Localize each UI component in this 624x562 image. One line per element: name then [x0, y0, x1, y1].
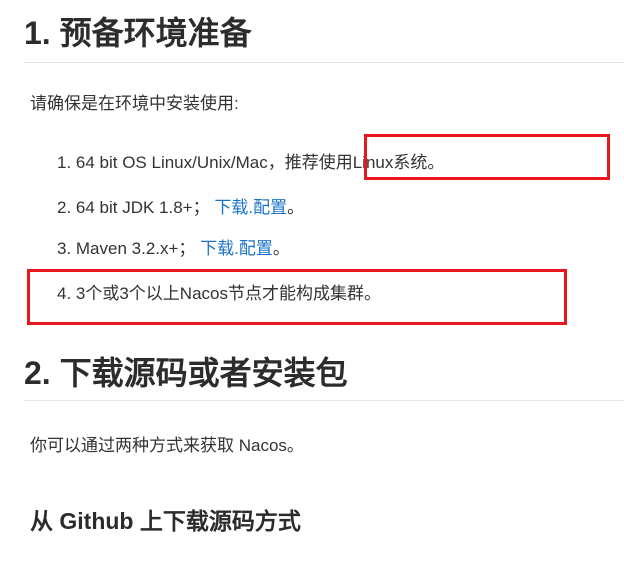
section-1-heading: 1. 预备环境准备: [24, 15, 252, 51]
list-item-1: 1. 64 bit OS Linux/Unix/Mac，推荐使用Linux系统。: [57, 151, 444, 175]
github-download-subheading: 从 Github 上下载源码方式: [30, 508, 301, 534]
list-item-2-text: 2. 64 bit JDK 1.8+；: [57, 198, 215, 217]
section-2-intro: 你可以通过两种方式来获取 Nacos。: [30, 436, 304, 455]
list-item-1-highlight: 推荐使用Linux系统。: [284, 153, 445, 172]
list-item-2: 2. 64 bit JDK 1.8+； 下载.配置。: [57, 196, 304, 220]
maven-config-link[interactable]: 配置: [239, 239, 273, 258]
section-1-intro: 请确保是在环境中安装使用:: [30, 94, 239, 113]
list-item-3-suffix: 。: [272, 239, 290, 258]
list-item-2-suffix: 。: [287, 198, 305, 217]
list-item-3: 3. Maven 3.2.x+； 下载.配置。: [57, 237, 290, 261]
jdk-download-link[interactable]: 下载: [214, 198, 248, 217]
list-item-4: 4. 3个或3个以上Nacos节点才能构成集群。: [57, 282, 381, 306]
list-item-3-text: 3. Maven 3.2.x+；: [57, 239, 201, 258]
maven-download-link[interactable]: 下载: [200, 239, 234, 258]
list-item-1-text: 1. 64 bit OS Linux/Unix/Mac，: [57, 153, 285, 172]
section-2-divider: [24, 400, 624, 401]
list-item-4-text: 4. 3个或3个以上Nacos节点才能构成集群。: [57, 284, 381, 303]
section-1-divider: [24, 62, 624, 63]
section-2-heading: 2. 下载源码或者安装包: [24, 355, 348, 391]
jdk-config-link[interactable]: 配置: [253, 198, 287, 217]
